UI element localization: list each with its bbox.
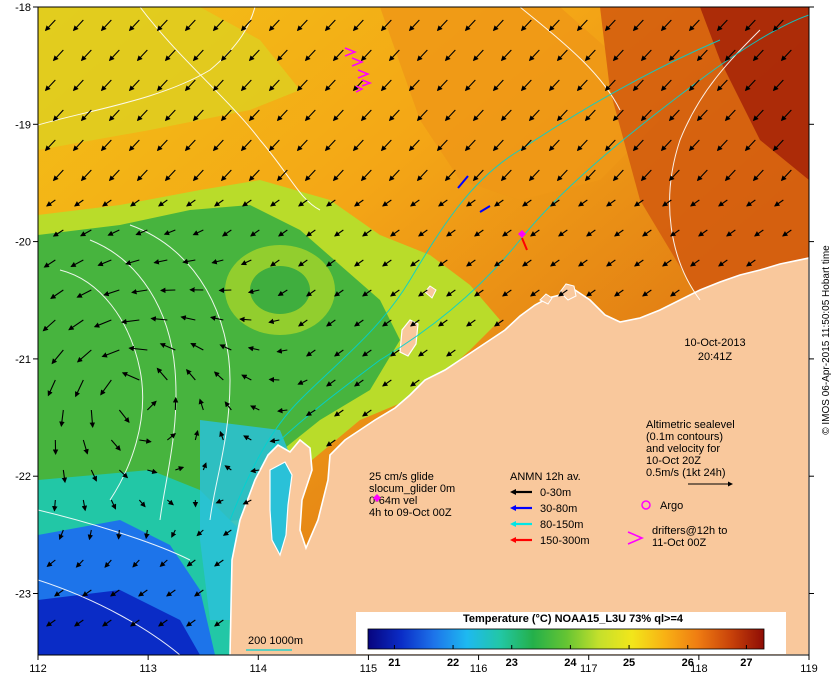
x-tick-label: 119 bbox=[800, 663, 818, 675]
note-line: (0.1m contours) bbox=[646, 431, 723, 443]
note-line: 0.5m/s (1kt 24h) bbox=[646, 467, 725, 479]
anmn-label: 30-80m bbox=[540, 503, 577, 515]
colorbar-title: Temperature (°C) NOAA15_L3U 73% ql>=4 bbox=[463, 613, 684, 625]
y-tick-label: -21 bbox=[15, 354, 31, 366]
sst-field bbox=[38, 7, 809, 655]
date-label: 10-Oct-2013 bbox=[684, 337, 745, 349]
y-tick-label: -23 bbox=[15, 589, 31, 601]
x-tick-label: 112 bbox=[29, 663, 47, 675]
time-label: 20:41Z bbox=[698, 351, 733, 363]
note-line: and velocity for bbox=[646, 443, 720, 455]
x-tick-label: 114 bbox=[250, 663, 268, 675]
note-line: Altimetric sealevel bbox=[646, 419, 735, 431]
anmn-label: 0-30m bbox=[540, 487, 571, 499]
anmn-label: 80-150m bbox=[540, 519, 583, 531]
x-tick-label: 117 bbox=[580, 663, 598, 675]
sst-map: 112 113 114 115 116 117 118 119 -18 -19 -20 -21 -22… bbox=[0, 0, 840, 680]
credit-text: © IMOS 06-Apr-2015 11:50:05 Hobart time bbox=[821, 245, 832, 435]
isobath-label: 200 1000m bbox=[248, 635, 303, 647]
note-line: slocum_glider 0m bbox=[369, 483, 455, 495]
colorbar-tick-label: 26 bbox=[682, 657, 694, 669]
x-tick-label: 116 bbox=[470, 663, 488, 675]
note-line: drifters@12h to bbox=[652, 525, 727, 537]
y-tick-label: -22 bbox=[15, 471, 31, 483]
colorbar-tick-label: 21 bbox=[388, 657, 400, 669]
colorbar-tick-label: 23 bbox=[506, 657, 518, 669]
colorbar-tick-label: 25 bbox=[623, 657, 635, 669]
velocity-arrow bbox=[268, 376, 280, 383]
y-tick-label: -18 bbox=[15, 2, 31, 14]
x-tick-label: 113 bbox=[139, 663, 157, 675]
anmn-title: ANMN 12h av. bbox=[510, 471, 581, 483]
anmn-label: 150-300m bbox=[540, 535, 590, 547]
note-line: 4h to 09-Oct 00Z bbox=[369, 507, 452, 519]
map-canvas: 112 113 114 115 116 117 118 119 -18-19-20-21-22… bbox=[15, 2, 832, 675]
note-line: 10-Oct 20Z bbox=[646, 455, 701, 467]
note-line: 11-Oct 00Z bbox=[652, 537, 706, 549]
colorbar-tick-label: 27 bbox=[740, 657, 752, 669]
argo-label: Argo bbox=[660, 500, 683, 512]
y-tick-label: -20 bbox=[15, 237, 31, 249]
note-line: 25 cm/s glide bbox=[369, 471, 434, 483]
x-tick-label: 115 bbox=[360, 663, 378, 675]
colorbar-tick-label: 24 bbox=[564, 657, 577, 669]
colorbar bbox=[367, 628, 765, 650]
colorbar-tick-label: 22 bbox=[447, 657, 459, 669]
velocity-arrow bbox=[116, 529, 122, 540]
y-tick-label: -19 bbox=[15, 119, 31, 131]
